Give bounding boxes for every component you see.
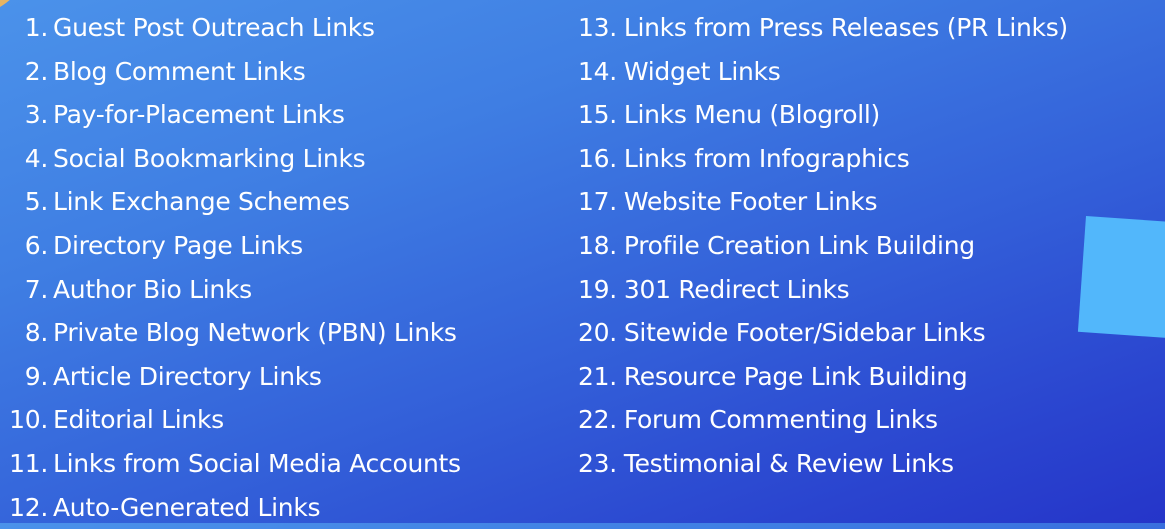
item-number: 19.	[578, 274, 617, 304]
list-item: 1. Guest Post Outreach Links	[0, 6, 461, 50]
item-number: 20.	[578, 318, 617, 348]
list-item: 16. Links from Infographics	[578, 137, 1068, 181]
item-label: Blog Comment Links	[53, 56, 306, 86]
item-number: 10.	[9, 405, 48, 435]
link-types-list-left: 1. Guest Post Outreach Links 2. Blog Comme…	[0, 6, 461, 529]
list-item: 22. Forum Commenting Links	[578, 398, 1068, 442]
item-label: Widget Links	[623, 56, 781, 86]
item-number: 17.	[578, 187, 617, 217]
item-number: 21.	[578, 361, 617, 391]
item-number: 4.	[24, 143, 49, 173]
item-label: Private Blog Network (PBN) Links	[53, 318, 457, 348]
list-item: 9. Article Directory Links	[0, 355, 461, 399]
list-item: 5. Link Exchange Schemes	[0, 180, 461, 224]
item-label: Resource Page Link Building	[623, 361, 968, 391]
list-item: 6. Directory Page Links	[0, 224, 461, 268]
list-item: 2. Blog Comment Links	[0, 50, 461, 94]
item-number: 9.	[24, 361, 49, 391]
item-number: 18.	[578, 230, 617, 260]
item-number: 22.	[578, 405, 617, 435]
item-label: Website Footer Links	[623, 187, 878, 217]
list-item: 17. Website Footer Links	[578, 180, 1068, 224]
item-number: 1.	[24, 13, 49, 42]
item-label: Testimonial & Review Links	[623, 448, 954, 478]
list-item: 3. Pay-for-Placement Links	[0, 93, 461, 137]
item-label: Links from Press Releases (PR Links)	[623, 13, 1068, 42]
list-item: 11. Links from Social Media Accounts	[0, 442, 461, 486]
item-number: 23.	[578, 448, 617, 478]
item-label: Forum Commenting Links	[623, 405, 938, 435]
link-types-list-right: 13. Links from Press Releases (PR Links) …	[578, 6, 1068, 486]
list-item: 15. Links Menu (Blogroll)	[578, 93, 1068, 137]
list-item: 13. Links from Press Releases (PR Links)	[578, 6, 1068, 50]
list-item: 23. Testimonial & Review Links	[578, 442, 1068, 486]
list-item: 7. Author Bio Links	[0, 268, 461, 312]
item-number: 11.	[9, 448, 48, 478]
list-item: 19. 301 Redirect Links	[578, 268, 1068, 312]
item-label: Links from Social Media Accounts	[53, 448, 461, 478]
item-label: Author Bio Links	[53, 274, 252, 304]
item-label: Social Bookmarking Links	[53, 143, 366, 173]
item-label: Article Directory Links	[53, 361, 322, 391]
list-item: 12. Auto-Generated Links	[0, 486, 461, 529]
item-label: Editorial Links	[53, 405, 224, 435]
list-item: 14. Widget Links	[578, 50, 1068, 94]
item-label: 301 Redirect Links	[623, 274, 850, 304]
item-label: Links Menu (Blogroll)	[623, 100, 880, 130]
item-label: Link Exchange Schemes	[53, 187, 350, 217]
item-number: 13.	[578, 13, 617, 42]
item-number: 5.	[24, 187, 49, 217]
list-item: 21. Resource Page Link Building	[578, 355, 1068, 399]
item-label: Auto-Generated Links	[53, 492, 321, 522]
item-number: 6.	[24, 230, 49, 260]
item-number: 16.	[578, 143, 617, 173]
item-number: 2.	[24, 56, 49, 86]
decorative-square	[1077, 216, 1165, 340]
item-number: 3.	[24, 100, 49, 130]
list-item: 10. Editorial Links	[0, 398, 461, 442]
item-label: Sitewide Footer/Sidebar Links	[623, 318, 986, 348]
item-number: 12.	[9, 492, 48, 522]
item-number: 14.	[578, 56, 617, 86]
item-number: 8.	[24, 318, 49, 348]
list-item: 20. Sitewide Footer/Sidebar Links	[578, 311, 1068, 355]
list-item: 18. Profile Creation Link Building	[578, 224, 1068, 268]
item-label: Pay-for-Placement Links	[53, 100, 345, 130]
item-label: Guest Post Outreach Links	[53, 13, 375, 42]
item-number: 7.	[24, 274, 49, 304]
item-label: Profile Creation Link Building	[623, 230, 975, 260]
list-item: 8. Private Blog Network (PBN) Links	[0, 311, 461, 355]
item-label: Directory Page Links	[53, 230, 303, 260]
item-label: Links from Infographics	[623, 143, 910, 173]
item-number: 15.	[578, 100, 617, 130]
list-item: 4. Social Bookmarking Links	[0, 137, 461, 181]
